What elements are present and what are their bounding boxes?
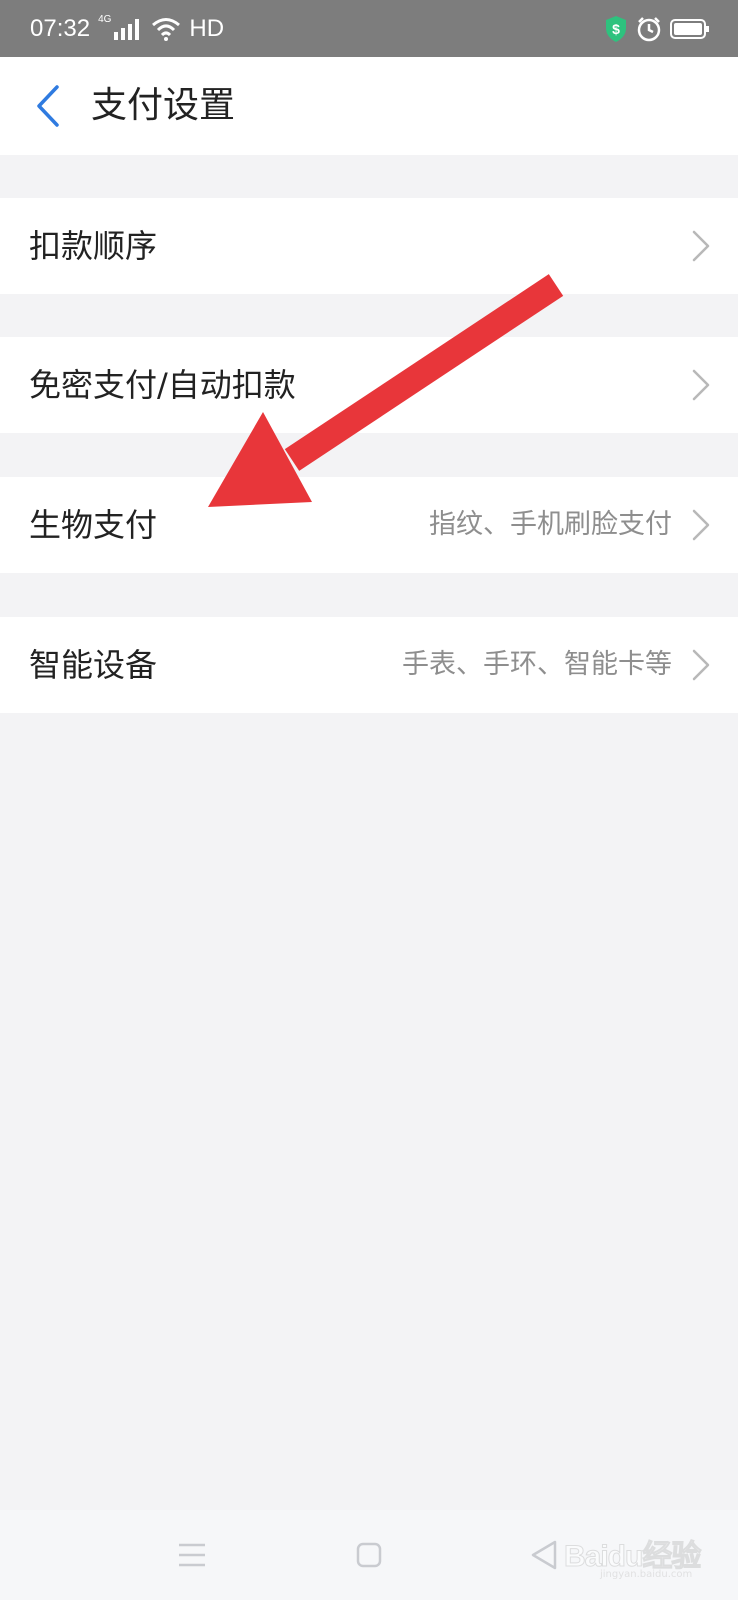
setting-row-password-free-payment[interactable]: 免密支付/自动扣款 (0, 337, 738, 433)
status-right: $ (604, 12, 710, 46)
chevron-right-icon (692, 649, 710, 681)
menu-button[interactable] (169, 1532, 215, 1578)
menu-icon (179, 1543, 205, 1567)
status-left: 07:32 4G HD (30, 14, 224, 44)
svg-text:$: $ (612, 21, 620, 37)
row-value: 手表、手环、智能卡等 (402, 649, 672, 680)
setting-row-biometric-payment[interactable]: 生物支付 指纹、手机刷脸支付 (0, 477, 738, 573)
back-triangle-icon (531, 1540, 557, 1570)
cell-signal-icon (114, 19, 140, 40)
row-label: 生物支付 (29, 506, 158, 544)
row-value: 指纹、手机刷脸支付 (429, 509, 672, 540)
chevron-right-icon (692, 509, 710, 541)
chevron-right-icon (692, 230, 710, 262)
back-button[interactable] (28, 82, 68, 130)
row-label: 免密支付/自动扣款 (29, 366, 296, 404)
home-icon (356, 1542, 382, 1568)
hd-indicator: HD (189, 15, 225, 42)
home-button[interactable] (346, 1532, 392, 1578)
chevron-left-icon (37, 85, 59, 127)
watermark-logo: Baidu经验 jingyan.baidu.com (560, 1525, 710, 1585)
setting-row-deduction-order[interactable]: 扣款顺序 (0, 198, 738, 294)
shield-icon: $ (606, 16, 626, 42)
network-type: 4G (98, 13, 112, 25)
row-label: 智能设备 (29, 646, 158, 684)
page-header: 支付设置 (0, 57, 738, 155)
page-title: 支付设置 (91, 85, 236, 126)
chevron-right-icon (692, 369, 710, 401)
alarm-clock-icon (637, 17, 661, 42)
status-bar: 07:32 4G HD $ (0, 0, 738, 57)
wifi-icon (152, 18, 181, 41)
watermark-url: jingyan.baidu.com (600, 1569, 693, 1580)
status-time: 07:32 (30, 15, 91, 42)
setting-row-smart-devices[interactable]: 智能设备 手表、手环、智能卡等 (0, 617, 738, 713)
row-label: 扣款顺序 (29, 227, 158, 265)
battery-icon (670, 19, 709, 39)
